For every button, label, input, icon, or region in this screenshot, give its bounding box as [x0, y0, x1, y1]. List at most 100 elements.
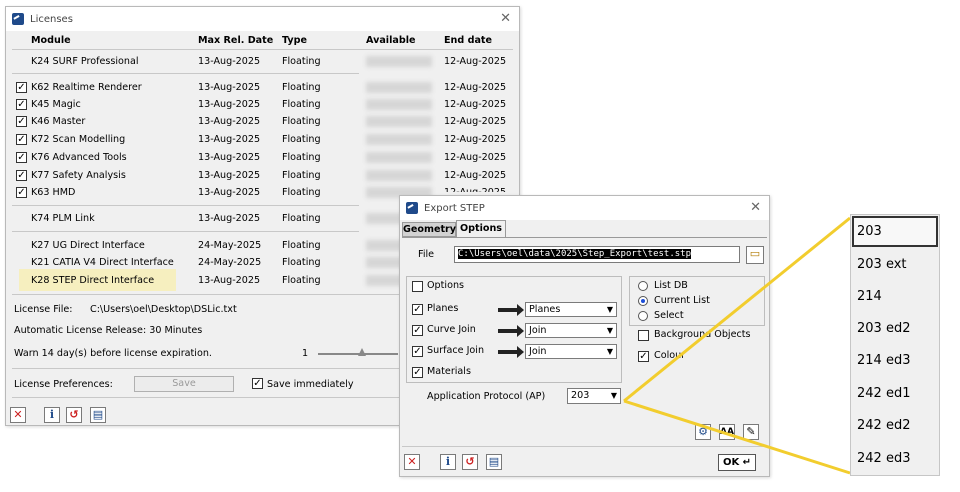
options-checkbox[interactable] — [412, 281, 423, 292]
available-redacted — [366, 82, 432, 93]
close-red-icon[interactable]: ✕ — [10, 407, 26, 423]
license-type: Floating — [282, 187, 321, 198]
header-available[interactable]: Available — [366, 35, 416, 46]
license-type: Floating — [282, 213, 321, 224]
table-row[interactable]: K24 SURF Professional 13-Aug-2025 Floati… — [6, 53, 519, 70]
license-type: Floating — [282, 82, 321, 93]
ap-select[interactable]: 203 ▼ — [567, 388, 621, 404]
close-icon[interactable]: ✕ — [500, 11, 511, 26]
folder-icon[interactable]: ▭ — [746, 246, 764, 264]
slider-value: 1 — [302, 348, 309, 359]
table-row[interactable]: ✓ K62 Realtime Renderer 13-Aug-2025 Floa… — [6, 79, 519, 96]
info-icon[interactable]: i — [440, 454, 456, 470]
surface-join-select[interactable]: Join ▼ — [525, 344, 617, 359]
slider-thumb[interactable] — [358, 348, 366, 356]
license-type: Floating — [282, 99, 321, 110]
save-immediately-checkbox[interactable]: ✓ — [252, 378, 263, 389]
divider — [12, 49, 513, 50]
table-row[interactable]: ✓ K72 Scan Modelling 13-Aug-2025 Floatin… — [6, 131, 519, 148]
ap-option[interactable]: 242 ed1 — [857, 386, 910, 401]
background-objects-checkbox[interactable] — [638, 330, 649, 341]
module-name: K72 Scan Modelling — [31, 134, 126, 145]
arrow-right-icon — [498, 304, 524, 316]
export-title: Export STEP — [424, 202, 485, 214]
colour-checkbox[interactable]: ✓ — [638, 351, 649, 362]
row-checkbox[interactable]: ✓ — [16, 116, 27, 127]
materials-checkbox[interactable]: ✓ — [412, 367, 423, 378]
tab-geometry[interactable]: Geometry — [402, 222, 456, 237]
background-objects-label: Background Objects — [654, 329, 751, 340]
ap-dropdown-list: 203 203 ext 214 203 ed2 214 ed3 242 ed1 … — [850, 214, 940, 476]
license-file-path: C:\Users\oel\Desktop\DSLic.txt — [90, 304, 237, 315]
license-type: Floating — [282, 275, 321, 286]
table-row[interactable]: ✓ K76 Advanced Tools 13-Aug-2025 Floatin… — [6, 149, 519, 166]
ap-select-value: 203 — [571, 390, 590, 401]
module-name: K45 Magic — [31, 99, 81, 110]
app-icon — [406, 202, 418, 214]
available-redacted — [366, 134, 432, 145]
surface-join-checkbox[interactable]: ✓ — [412, 346, 423, 357]
available-redacted — [366, 170, 432, 181]
surface-join-label: Surface Join — [427, 345, 485, 356]
module-name: K76 Advanced Tools — [31, 152, 127, 163]
font-icon[interactable]: AA — [719, 424, 735, 440]
info-icon[interactable]: i — [44, 407, 60, 423]
file-path-input[interactable]: C:\Users\oel\data\2025\Step_Export\test.… — [454, 246, 740, 263]
arrow-right-icon — [498, 346, 524, 358]
ap-option[interactable]: 214 ed3 — [857, 353, 910, 368]
ap-option[interactable]: 203 ed2 — [857, 321, 910, 336]
chevron-down-icon: ▼ — [606, 347, 613, 356]
ap-option[interactable]: 203 ext — [857, 257, 907, 272]
chevron-down-icon: ▼ — [606, 305, 613, 314]
curve-join-checkbox[interactable]: ✓ — [412, 325, 423, 336]
planes-select[interactable]: Planes ▼ — [525, 302, 617, 317]
close-icon[interactable]: ✕ — [750, 200, 761, 215]
export-step-window: Export STEP ✕ Geometry Options File C:\U… — [399, 195, 770, 477]
license-type: Floating — [282, 134, 321, 145]
save-immediately-label: Save immediately — [267, 379, 354, 390]
planes-checkbox[interactable]: ✓ — [412, 304, 423, 315]
ap-option[interactable]: 214 — [857, 289, 882, 304]
license-file-label: License File: — [14, 304, 73, 315]
tab-options[interactable]: Options — [456, 220, 506, 237]
ap-option[interactable]: 242 ed2 — [857, 418, 910, 433]
select-radio[interactable] — [638, 311, 648, 321]
header-module[interactable]: Module — [31, 35, 71, 46]
max-rel-date: 13-Aug-2025 — [198, 213, 261, 224]
row-checkbox[interactable]: ✓ — [16, 170, 27, 181]
save-button[interactable]: Save — [134, 376, 234, 392]
row-checkbox[interactable]: ✓ — [16, 187, 27, 198]
row-checkbox[interactable]: ✓ — [16, 152, 27, 163]
divider — [12, 73, 359, 74]
list-db-radio[interactable] — [638, 281, 648, 291]
table-row[interactable]: ✓ K45 Magic 13-Aug-2025 Floating 12-Aug-… — [6, 96, 519, 113]
file-label: File — [418, 249, 435, 260]
app-icon — [12, 13, 24, 25]
header-end[interactable]: End date — [444, 35, 492, 46]
row-checkbox[interactable]: ✓ — [16, 99, 27, 110]
layout-icon[interactable]: ▤ — [90, 407, 106, 423]
max-rel-date: 13-Aug-2025 — [198, 275, 261, 286]
edit-icon[interactable]: ✎ — [743, 424, 759, 440]
reset-icon[interactable]: ↺ — [66, 407, 82, 423]
layout-icon[interactable]: ▤ — [486, 454, 502, 470]
module-name: K28 STEP Direct Interface — [31, 275, 155, 286]
row-checkbox[interactable]: ✓ — [16, 134, 27, 145]
ap-option[interactable]: 242 ed3 — [857, 451, 910, 466]
ap-option[interactable]: 203 — [857, 224, 882, 239]
curve-join-select[interactable]: Join ▼ — [525, 323, 617, 338]
max-rel-date: 13-Aug-2025 — [198, 82, 261, 93]
ap-label: Application Protocol (AP) — [427, 391, 546, 402]
settings-icon[interactable]: ⚙ — [695, 424, 711, 440]
tab-divider — [402, 237, 767, 238]
table-row[interactable]: ✓ K77 Safety Analysis 13-Aug-2025 Floati… — [6, 167, 519, 184]
close-red-icon[interactable]: ✕ — [404, 454, 420, 470]
ok-button[interactable]: OK ↵ — [718, 454, 756, 471]
current-list-radio[interactable] — [638, 296, 648, 306]
license-type: Floating — [282, 152, 321, 163]
reset-icon[interactable]: ↺ — [462, 454, 478, 470]
row-checkbox[interactable]: ✓ — [16, 82, 27, 93]
table-row[interactable]: ✓ K46 Master 13-Aug-2025 Floating 12-Aug… — [6, 113, 519, 130]
header-type[interactable]: Type — [282, 35, 307, 46]
header-max-rel[interactable]: Max Rel. Date — [198, 35, 273, 46]
